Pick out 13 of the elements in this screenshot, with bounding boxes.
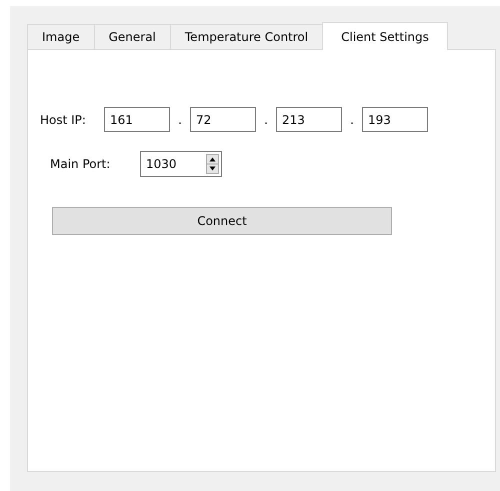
ip-separator: . bbox=[349, 112, 355, 126]
ip-separator: . bbox=[263, 112, 269, 126]
main-port-label: Main Port: bbox=[50, 157, 112, 171]
ip-octet-field[interactable]: 72 bbox=[190, 107, 256, 132]
ip-separator: . bbox=[177, 112, 183, 126]
host-ip-label: Host IP: bbox=[40, 112, 87, 126]
tab[interactable]: Image bbox=[27, 24, 95, 49]
spin-arrows-icon[interactable] bbox=[206, 154, 219, 174]
ip-octet-field[interactable]: 213 bbox=[276, 107, 342, 132]
ip-octet-field[interactable]: 161 bbox=[104, 107, 170, 132]
connect-button[interactable]: Connect bbox=[52, 207, 392, 235]
tab[interactable]: Client Settings bbox=[322, 22, 448, 50]
ip-octet-field[interactable]: 193 bbox=[362, 107, 428, 132]
